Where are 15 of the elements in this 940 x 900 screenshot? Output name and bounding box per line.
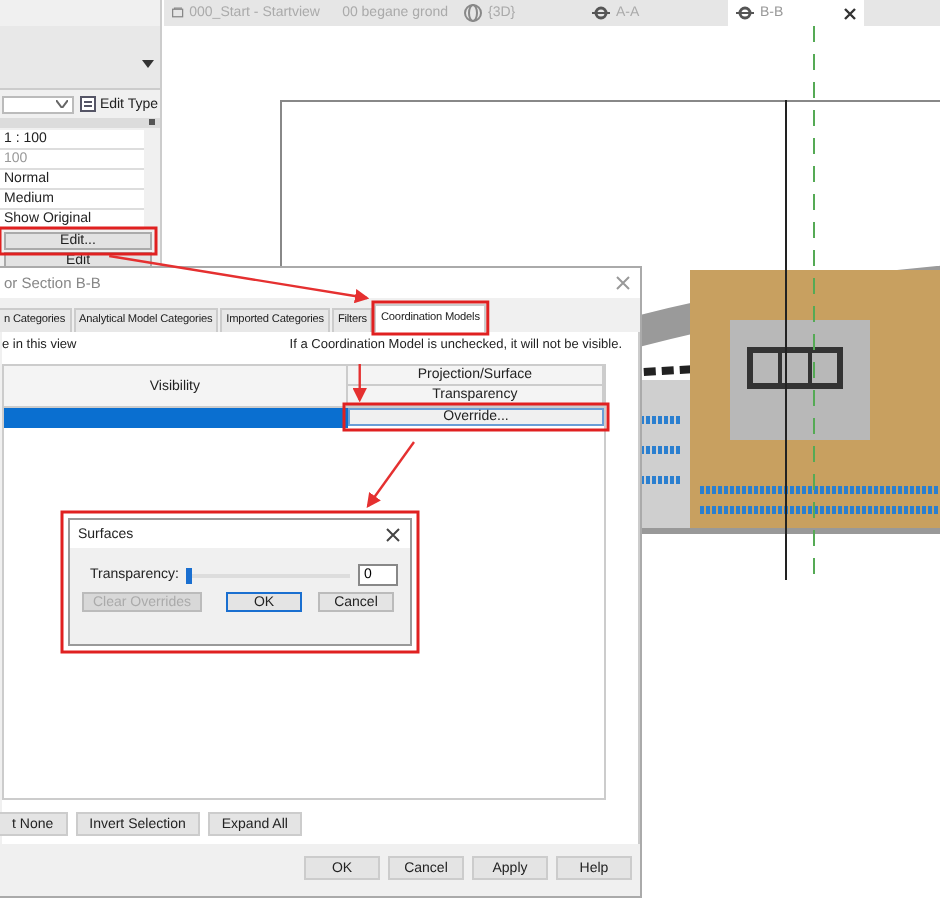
section-icon (736, 4, 754, 22)
globe-icon (464, 4, 482, 22)
caret-icon[interactable] (142, 60, 154, 68)
type-dropdown[interactable] (2, 95, 74, 114)
slider-thumb[interactable] (186, 567, 193, 583)
highlight-frame (371, 300, 490, 336)
annotation-arrow (352, 364, 367, 403)
annotation-arrow (366, 441, 415, 508)
caret-icon (55, 100, 68, 109)
close-icon[interactable] (386, 527, 400, 541)
section-icon (592, 4, 610, 22)
sheet-icon (172, 4, 184, 22)
close-icon[interactable] (844, 7, 856, 19)
pin-icon[interactable] (148, 117, 156, 126)
edit-type-icon (79, 96, 96, 113)
